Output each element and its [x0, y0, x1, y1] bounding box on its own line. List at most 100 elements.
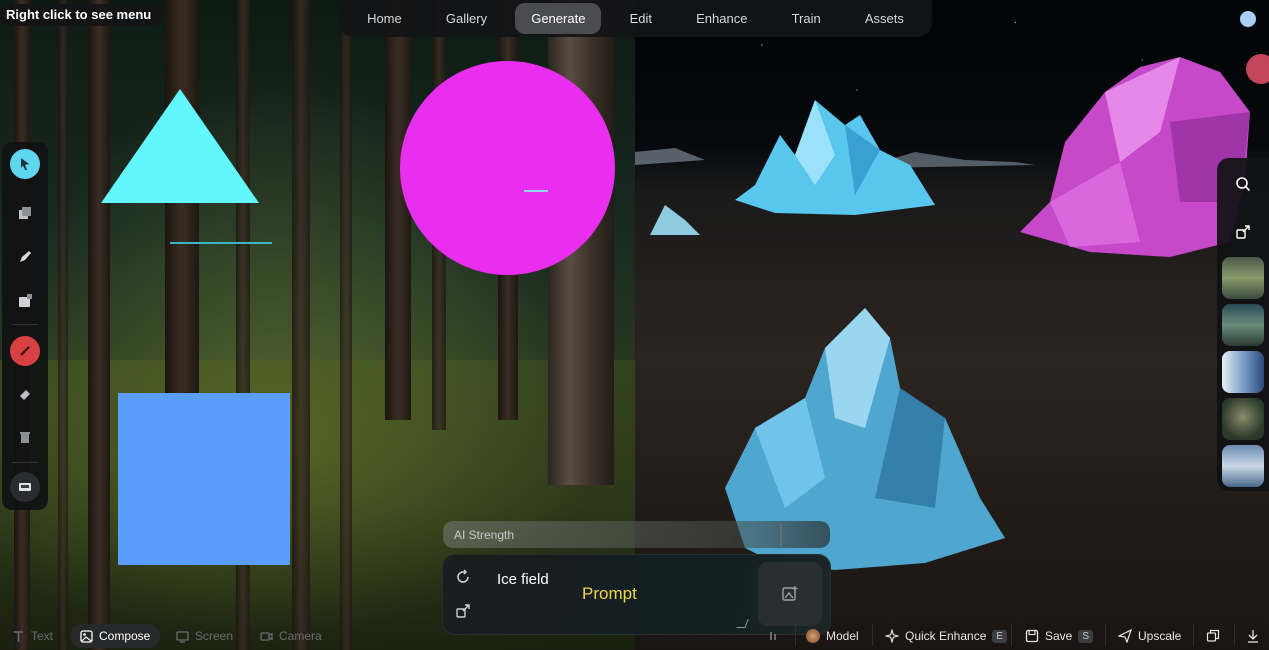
duplicate-button[interactable]	[1206, 622, 1220, 650]
search-icon	[1236, 177, 1251, 192]
canvas-icon	[19, 483, 31, 491]
blue-square-shape[interactable]	[118, 393, 290, 565]
ai-strength-slider[interactable]: AI Strength	[443, 521, 830, 548]
save-button[interactable]: Save S	[1025, 622, 1094, 650]
tree-trunk	[58, 0, 68, 650]
image-add-icon	[782, 586, 798, 601]
layers-tool-button[interactable]	[10, 198, 40, 228]
aspect-icon	[770, 632, 776, 640]
mode-camera-label: Camera	[279, 629, 322, 643]
prompt-placeholder: Prompt	[582, 584, 637, 603]
share-icon	[456, 604, 470, 618]
line-stroke[interactable]	[170, 242, 272, 244]
cyan-triangle-shape[interactable]	[101, 89, 259, 203]
tree-trunk	[385, 0, 411, 420]
brush-tool-button[interactable]	[10, 336, 40, 366]
mode-camera[interactable]: Camera	[260, 624, 322, 648]
bottom-bar: Text Compose Screen Camera Model Quick E…	[0, 620, 1269, 650]
save-label: Save	[1045, 629, 1073, 643]
save-shortcut: S	[1078, 629, 1094, 643]
toolbar-divider	[12, 462, 38, 463]
tab-generate[interactable]: Generate	[515, 3, 602, 34]
model-button[interactable]: Model	[806, 622, 859, 650]
delete-tool-button[interactable]	[10, 422, 40, 452]
toolbar-divider	[12, 324, 38, 325]
toolbar-divider	[1234, 624, 1235, 646]
download-icon	[1248, 630, 1258, 643]
tree-trunk	[340, 0, 352, 650]
refresh-icon	[457, 569, 469, 583]
mode-compose[interactable]: Compose	[70, 624, 161, 648]
send-icon	[1118, 629, 1132, 643]
magenta-circle-shape[interactable]	[400, 61, 615, 275]
toolbar-divider	[795, 624, 796, 646]
ai-strength-label: AI Strength	[454, 528, 515, 542]
eraser-icon	[20, 390, 30, 400]
share-button[interactable]	[1231, 220, 1255, 244]
prompt-share-button[interactable]	[453, 601, 473, 621]
history-thumbnail[interactable]	[1222, 445, 1264, 487]
save-icon	[1025, 629, 1039, 643]
toolbar-divider	[1011, 624, 1012, 646]
select-icon	[21, 158, 29, 170]
ai-strength-handle[interactable]	[780, 523, 782, 546]
small-ice-shard	[650, 205, 700, 235]
eraser-tool-button[interactable]	[10, 379, 40, 409]
sparkle-icon	[885, 629, 899, 643]
quick-enhance-label: Quick Enhance	[905, 629, 987, 643]
model-label: Model	[826, 629, 859, 643]
user-avatar[interactable]	[1240, 11, 1256, 27]
tab-edit[interactable]: Edit	[614, 3, 668, 34]
image-icon	[80, 629, 93, 643]
tree-trunk	[292, 0, 310, 650]
aspect-button[interactable]	[768, 622, 782, 650]
add-image-tool-button[interactable]	[10, 286, 40, 316]
line-stroke[interactable]	[524, 190, 548, 192]
left-toolbar	[2, 142, 48, 510]
copy-icon	[1206, 629, 1220, 642]
camera-icon	[260, 631, 273, 641]
pen-icon	[20, 251, 31, 262]
image-add-icon	[19, 294, 32, 307]
brush-icon	[20, 346, 30, 356]
pen-tool-button[interactable]	[10, 242, 40, 272]
context-tooltip: Right click to see menu	[0, 4, 164, 26]
screen-icon	[176, 630, 189, 643]
trash-icon	[20, 432, 30, 443]
mode-text[interactable]: Text	[12, 624, 53, 648]
reset-button[interactable]	[453, 567, 473, 587]
upscale-label: Upscale	[1138, 629, 1182, 643]
text-icon	[14, 630, 23, 642]
right-toolbar	[1217, 158, 1269, 491]
canvas-tool-button[interactable]	[10, 472, 40, 502]
mode-screen-label: Screen	[195, 629, 234, 643]
toolbar-divider	[1193, 624, 1194, 646]
layers-icon	[19, 207, 31, 219]
tab-home[interactable]: Home	[351, 3, 418, 34]
mode-screen[interactable]: Screen	[176, 624, 233, 648]
quick-enhance-button[interactable]: Quick Enhance E	[885, 622, 1008, 650]
upscale-button[interactable]: Upscale	[1118, 622, 1181, 650]
download-button[interactable]	[1246, 622, 1260, 650]
search-button[interactable]	[1231, 172, 1255, 196]
tab-assets[interactable]: Assets	[849, 3, 920, 34]
top-nav: Home Gallery Generate Edit Enhance Train…	[339, 0, 932, 37]
select-tool-button[interactable]	[10, 149, 40, 179]
toolbar-divider	[1105, 624, 1106, 646]
image-prompt-button[interactable]	[758, 562, 822, 626]
history-thumbnail[interactable]	[1222, 304, 1264, 346]
history-thumbnail[interactable]	[1222, 398, 1264, 440]
share-icon	[1236, 225, 1250, 239]
tab-gallery[interactable]: Gallery	[430, 3, 503, 34]
tab-train[interactable]: Train	[776, 3, 837, 34]
prompt-input[interactable]: Ice field	[497, 571, 549, 588]
quick-enhance-shortcut: E	[992, 629, 1008, 643]
tab-enhance[interactable]: Enhance	[680, 3, 763, 34]
feedback-button[interactable]	[1246, 54, 1269, 84]
history-thumbnail[interactable]	[1222, 257, 1264, 299]
model-avatar	[806, 629, 820, 643]
history-thumbnail[interactable]	[1222, 351, 1264, 393]
ice-crystal-back	[735, 100, 935, 215]
toolbar-divider	[872, 624, 873, 646]
mode-compose-label: Compose	[99, 629, 151, 643]
